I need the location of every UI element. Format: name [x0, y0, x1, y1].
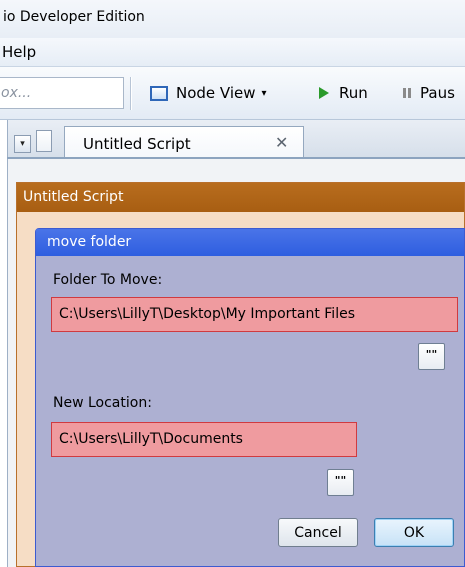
folder-to-move-label: Folder To Move: [53, 272, 163, 288]
tab-label: Untitled Script [83, 135, 191, 153]
window-title: io Developer Edition [3, 9, 145, 25]
window-titlebar: io Developer Edition [0, 0, 465, 38]
pause-label: Paus [420, 84, 455, 102]
node-title: move folder [47, 234, 132, 250]
node-view-label: Node View [176, 84, 256, 102]
folder-to-move-field[interactable]: C:\Users\LillyT\Desktop\My Important Fil… [51, 297, 458, 332]
ok-button[interactable]: OK [374, 518, 454, 547]
folder-quote-button[interactable]: "" [418, 343, 445, 370]
new-location-value: C:\Users\LillyT\Documents [59, 431, 243, 447]
play-icon [319, 87, 329, 99]
search-placeholder: ox... [1, 85, 32, 101]
menu-help[interactable]: Help [2, 43, 36, 61]
menu-bar: Help [0, 38, 465, 67]
tab-strip: ▾ Untitled Script ✕ [7, 120, 465, 159]
node-view-icon [150, 85, 168, 101]
script-window-titlebar[interactable]: Untitled Script [17, 183, 464, 212]
move-folder-node: move folder Folder To Move: C:\Users\Lil… [35, 228, 465, 567]
new-document-icon[interactable] [36, 130, 52, 152]
script-window-title: Untitled Script [23, 189, 124, 205]
tab-list-dropdown-button[interactable]: ▾ [14, 135, 31, 153]
run-button[interactable]: Run [319, 78, 368, 108]
close-icon[interactable]: ✕ [275, 133, 288, 152]
chevron-down-icon: ▾ [20, 139, 25, 149]
new-location-field[interactable]: C:\Users\LillyT\Documents [51, 422, 357, 457]
location-quote-button[interactable]: "" [327, 469, 354, 496]
search-input[interactable]: ox... [0, 77, 124, 109]
tab-untitled-script[interactable]: Untitled Script ✕ [64, 126, 304, 159]
chevron-down-icon: ▾ [261, 87, 267, 99]
node-titlebar[interactable]: move folder [36, 229, 464, 256]
pause-icon [403, 88, 411, 98]
folder-to-move-value: C:\Users\LillyT\Desktop\My Important Fil… [59, 306, 355, 322]
toolbar-separator [130, 77, 132, 110]
run-label: Run [339, 84, 368, 102]
cancel-button[interactable]: Cancel [278, 518, 358, 547]
toolbar: ox... Node View ▾ Run Paus [0, 67, 465, 120]
new-location-label: New Location: [53, 395, 152, 411]
pause-button[interactable]: Paus [403, 78, 455, 108]
node-view-button[interactable]: Node View ▾ [150, 78, 267, 108]
